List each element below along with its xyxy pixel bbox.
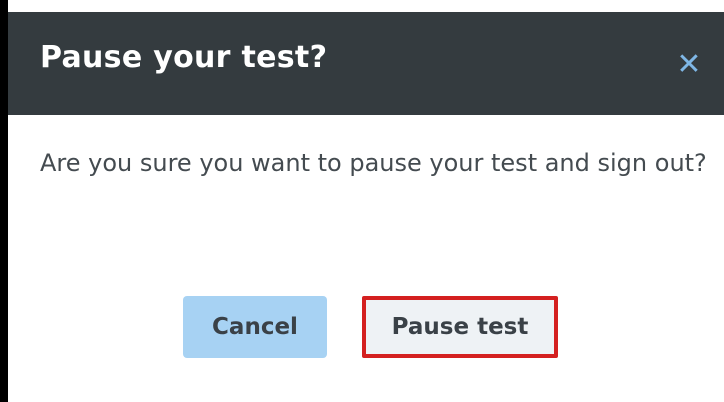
dialog-message: Are you sure you want to pause your test… (40, 149, 707, 177)
pause-test-dialog: Pause your test? ✕ Are you sure you want… (8, 12, 724, 402)
pause-test-button[interactable]: Pause test (362, 296, 558, 358)
page: Pause your test? ✕ Are you sure you want… (0, 0, 724, 402)
close-icon: ✕ (676, 47, 702, 82)
window-left-edge (0, 0, 8, 402)
dialog-footer: Cancel Pause test (8, 296, 724, 360)
dialog-header: Pause your test? ✕ (8, 12, 724, 115)
top-edge (0, 0, 724, 12)
cancel-button[interactable]: Cancel (183, 296, 327, 358)
close-button[interactable]: ✕ (674, 50, 704, 80)
dialog-title: Pause your test? (40, 40, 328, 75)
